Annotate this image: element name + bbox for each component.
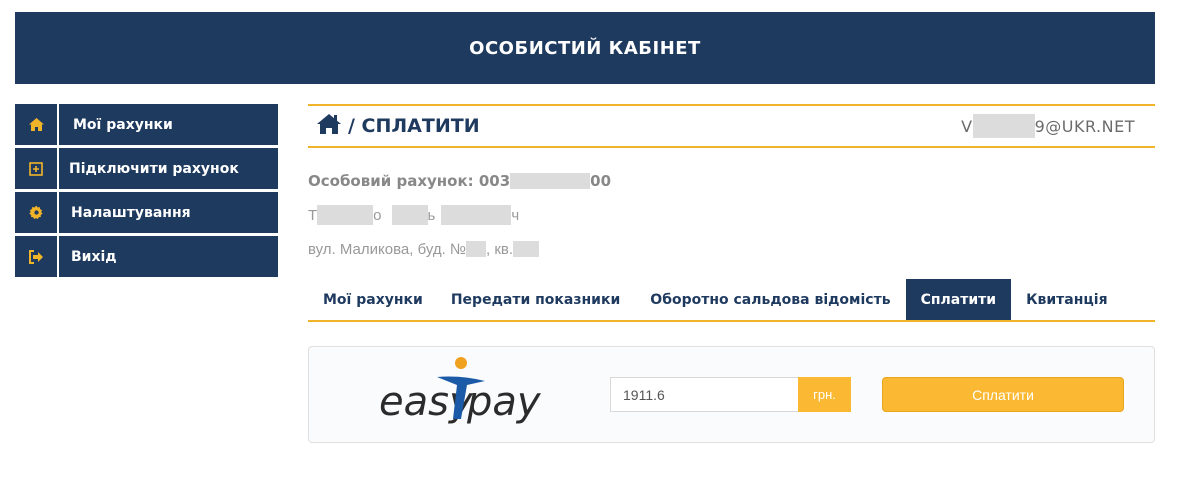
name-part: ч bbox=[511, 206, 520, 224]
account-address: вул. Маликова, буд. № , кв. bbox=[308, 238, 1155, 260]
address-prefix: вул. Маликова, буд. № bbox=[308, 240, 467, 258]
tab-submit-readings[interactable]: Передати показники bbox=[436, 279, 635, 320]
currency-label: грн. bbox=[798, 377, 851, 412]
account-number-suffix: 00 bbox=[590, 172, 612, 190]
tab-bar: Мої рахунки Передати показники Оборотно … bbox=[308, 279, 1155, 322]
breadcrumb-current: / СПЛАТИТИ bbox=[348, 115, 480, 137]
gear-icon bbox=[15, 192, 59, 233]
sidebar-item-connect-account[interactable]: Підключити рахунок bbox=[15, 148, 278, 189]
sign-out-icon bbox=[15, 236, 59, 277]
user-email: V 9@UKR.NET bbox=[961, 114, 1135, 138]
account-number-prefix: Особовий рахунок: 003 bbox=[308, 172, 511, 190]
address-mid: , кв. bbox=[486, 240, 514, 258]
sidebar-item-label: Підключити рахунок bbox=[69, 160, 239, 177]
account-number: Особовий рахунок: 003 00 bbox=[308, 170, 1155, 192]
sidebar-item-label: Налаштування bbox=[71, 204, 191, 221]
redaction-box bbox=[513, 241, 540, 257]
tab-receipt[interactable]: Квитанція bbox=[1011, 279, 1123, 320]
home-icon[interactable] bbox=[316, 113, 342, 140]
tab-pay[interactable]: Сплатити bbox=[905, 279, 1012, 320]
redaction-box bbox=[510, 173, 591, 189]
amount-group: грн. bbox=[610, 377, 851, 412]
easypay-logo: easy pay bbox=[379, 357, 542, 425]
name-part: ь bbox=[427, 206, 436, 224]
sidebar-item-label: Мої рахунки bbox=[73, 116, 173, 133]
home-icon bbox=[15, 104, 59, 145]
amount-input[interactable] bbox=[610, 377, 798, 412]
account-holder-name: Т о ь ч bbox=[308, 204, 1155, 226]
tab-balance-statement[interactable]: Оборотно сальдова відомість bbox=[635, 279, 905, 320]
tab-my-accounts[interactable]: Мої рахунки bbox=[310, 279, 436, 320]
email-start: V bbox=[961, 116, 973, 136]
name-part: о bbox=[373, 206, 382, 224]
sidebar-item-settings[interactable]: Налаштування bbox=[15, 192, 278, 233]
redaction-box bbox=[441, 205, 512, 225]
sidebar-item-my-accounts[interactable]: Мої рахунки bbox=[15, 104, 278, 145]
sidebar: Мої рахунки Підключити рахунок Налаштува… bbox=[15, 104, 278, 280]
name-part: Т bbox=[308, 206, 318, 224]
account-info: Особовий рахунок: 003 00 Т о ь ч вул. Ма… bbox=[308, 170, 1155, 260]
payment-panel: easy pay грн. Сплатити bbox=[308, 346, 1155, 443]
plus-square-icon bbox=[15, 148, 59, 189]
logo-text-right: pay bbox=[466, 379, 542, 425]
redaction-box bbox=[391, 205, 428, 225]
pay-button[interactable]: Сплатити bbox=[882, 377, 1124, 412]
redaction-box bbox=[317, 205, 374, 225]
redaction-box bbox=[466, 241, 487, 257]
breadcrumb: / СПЛАТИТИ V 9@UKR.NET bbox=[308, 104, 1155, 148]
main-content: / СПЛАТИТИ V 9@UKR.NET Особовий рахунок:… bbox=[308, 104, 1155, 322]
logo-head bbox=[455, 357, 467, 369]
email-end: 9@UKR.NET bbox=[1034, 116, 1135, 136]
sidebar-item-logout[interactable]: Вихід bbox=[15, 236, 278, 277]
redaction-box bbox=[972, 114, 1035, 138]
page-header: ОСОБИСТИЙ КАБІНЕТ bbox=[15, 12, 1155, 84]
sidebar-item-label: Вихід bbox=[71, 248, 117, 265]
header-title: ОСОБИСТИЙ КАБІНЕТ bbox=[469, 37, 701, 59]
